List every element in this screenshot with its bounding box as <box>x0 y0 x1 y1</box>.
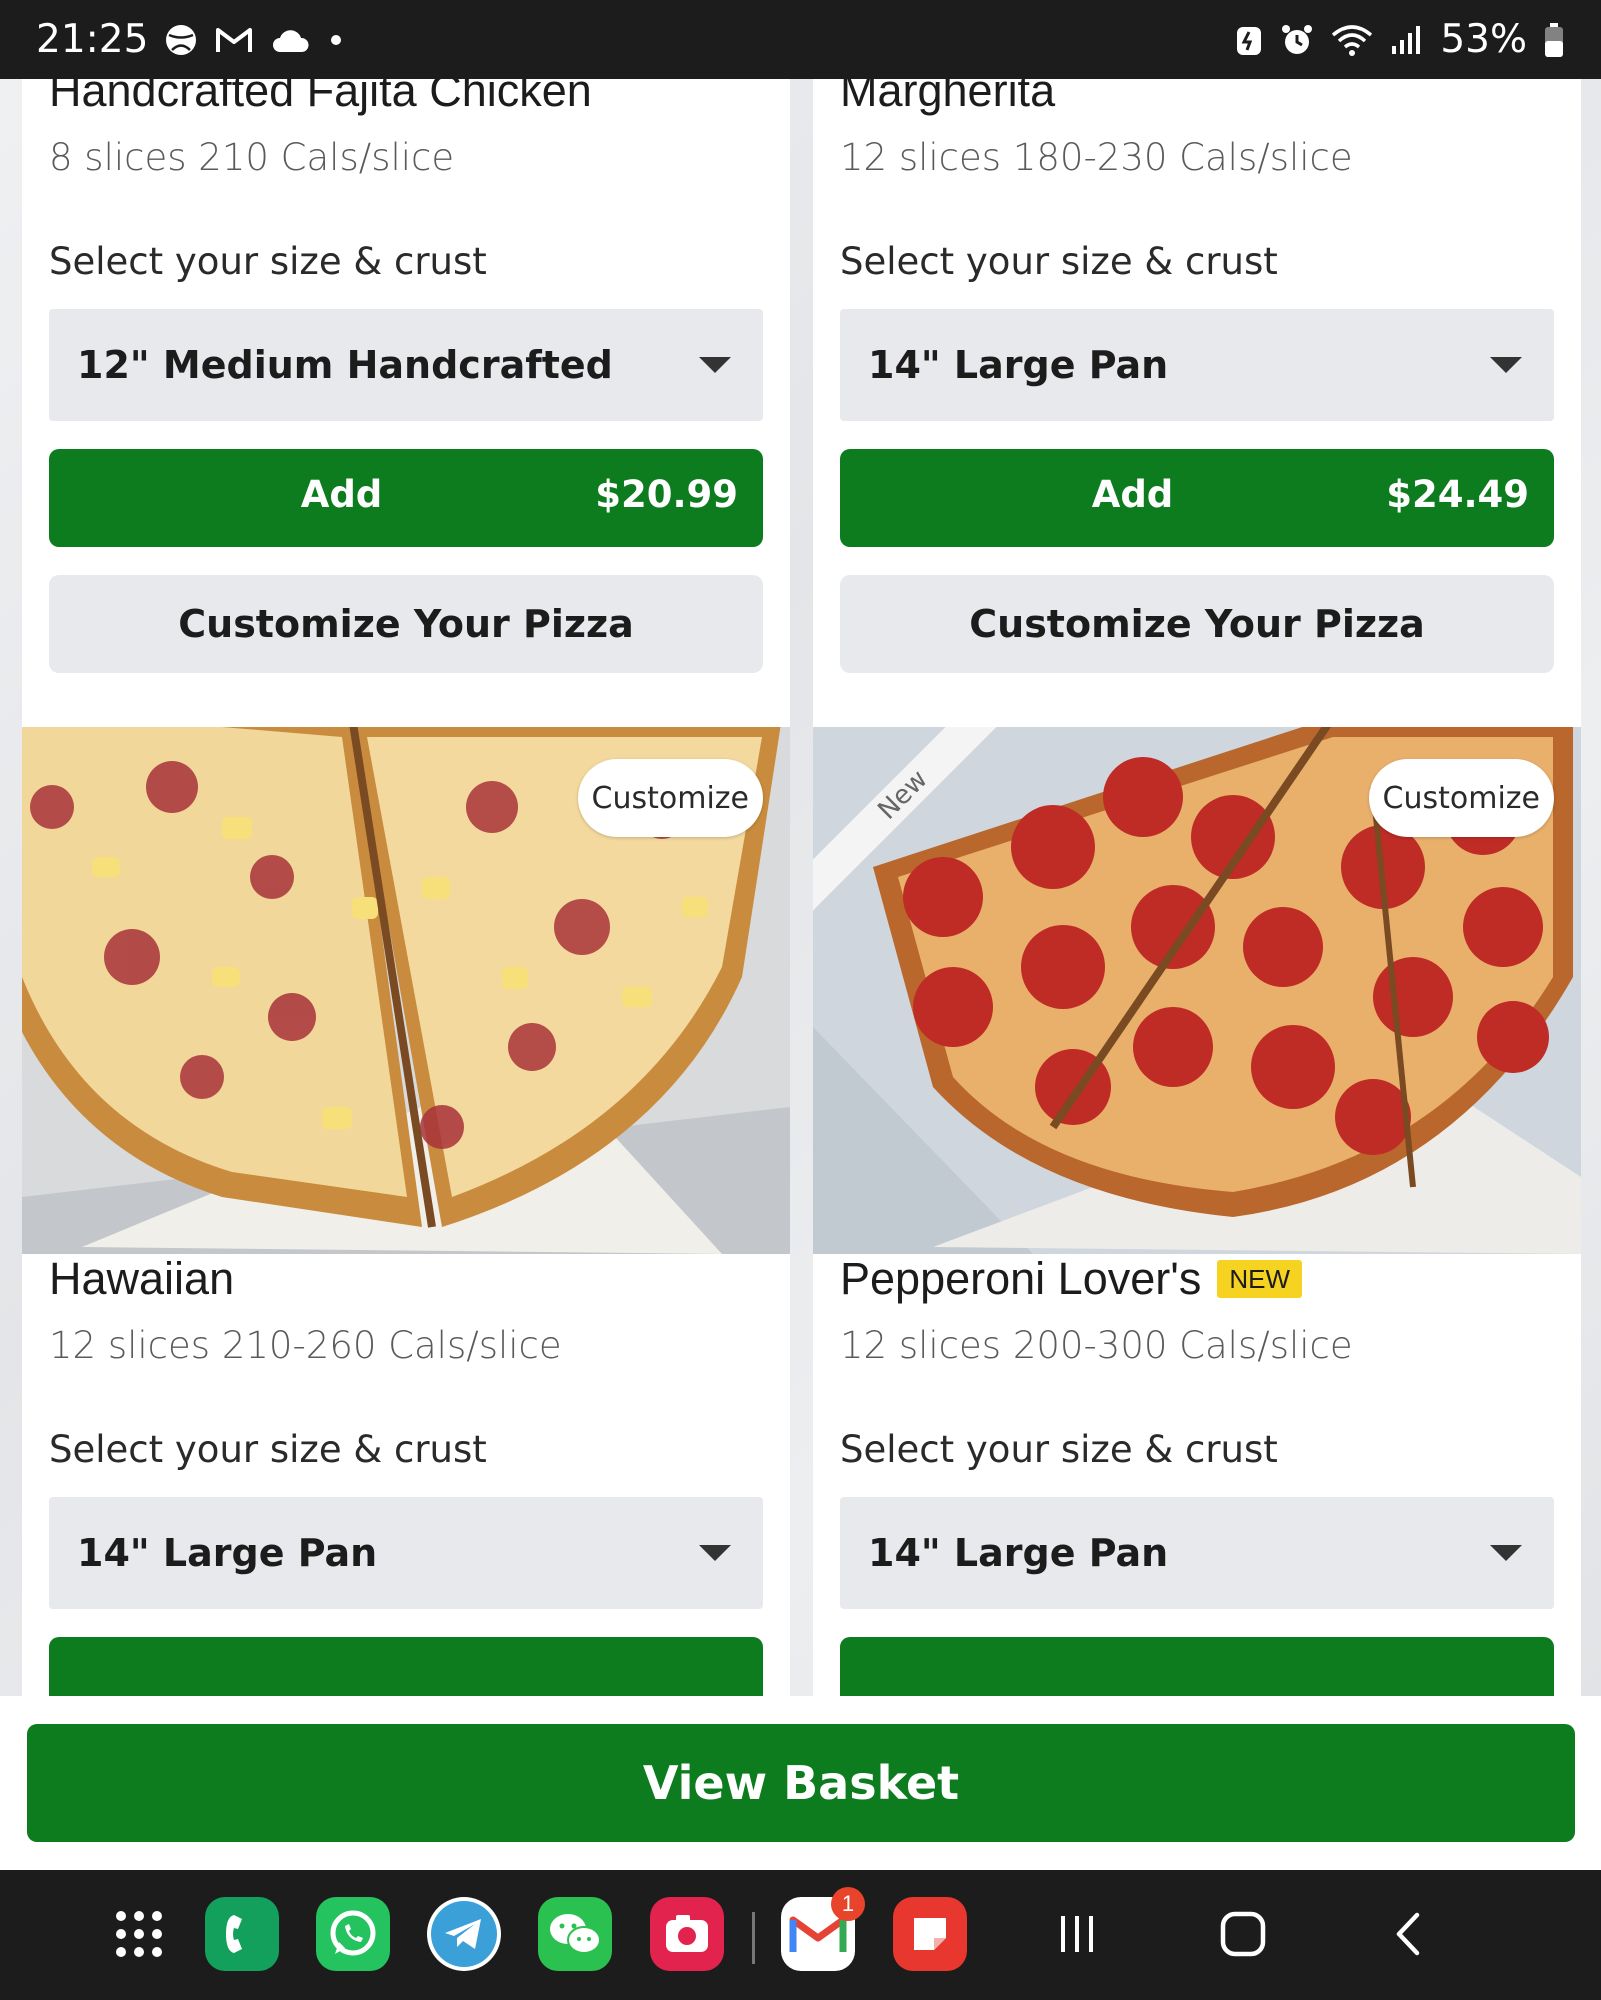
system-nav-bar: 1 <box>0 1870 1601 2000</box>
whatsapp-icon[interactable] <box>316 1897 390 1971</box>
pizza-name: Hawaiian <box>49 1253 235 1304</box>
menu-content[interactable]: Handcrafted Fajita Chicken 8 slices 210 … <box>0 79 1601 1696</box>
pizza-calories: 12 slices 200-300 Cals/slice <box>840 1324 1353 1367</box>
add-button[interactable] <box>49 1637 763 1696</box>
pizza-name-row: Pepperoni Lover's NEW <box>840 1247 1554 1311</box>
wifi-icon <box>1330 23 1374 57</box>
dock-divider <box>752 1912 755 1964</box>
size-select-label: Select your size & crust <box>840 1428 1278 1471</box>
view-basket-button[interactable]: View Basket <box>27 1724 1575 1842</box>
wechat-icon[interactable] <box>538 1897 612 1971</box>
notes-icon[interactable] <box>893 1897 967 1971</box>
pizza-card-hawaiian: Customize Hawaiian 12 slices 210-260 Cal… <box>22 727 790 1696</box>
pizza-card-pepperoni-lovers: New Customize Pepperoni Lover's NEW 12 s… <box>813 727 1581 1696</box>
pizza-calories: 12 slices 180-230 Cals/slice <box>840 136 1353 179</box>
gmail-status-icon <box>214 24 254 56</box>
status-bar: 21:25 53% <box>0 0 1601 79</box>
pizza-calories: 12 slices 210-260 Cals/slice <box>49 1324 562 1367</box>
gmail-icon[interactable]: 1 <box>781 1887 865 1971</box>
add-button[interactable]: Add $24.49 <box>840 449 1554 547</box>
size-crust-value: 12" Medium Handcrafted <box>77 343 613 387</box>
customize-image-button[interactable]: Customize <box>1368 759 1554 837</box>
phone-icon[interactable] <box>205 1897 279 1971</box>
pizza-card-margherita: Margherita 12 slices 180-230 Cals/slice … <box>813 79 1581 785</box>
chevron-down-icon <box>1490 1545 1522 1561</box>
pizza-calories: 8 slices 210 Cals/slice <box>49 136 455 179</box>
alarm-icon <box>1280 23 1314 57</box>
size-crust-value: 14" Large Pan <box>868 343 1169 387</box>
size-crust-select[interactable]: 14" Large Pan <box>840 1497 1554 1609</box>
pizza-name: Handcrafted Fajita Chicken <box>49 79 592 116</box>
pizza-image[interactable]: Customize <box>22 727 790 1254</box>
add-button[interactable] <box>840 1637 1554 1696</box>
new-badge: NEW <box>1217 1260 1302 1298</box>
back-icon[interactable] <box>1372 1897 1446 1971</box>
battery-saver-icon <box>1234 23 1264 57</box>
customize-pizza-button[interactable]: Customize Your Pizza <box>840 575 1554 673</box>
battery-icon <box>1543 22 1565 58</box>
add-label: Add <box>300 473 383 516</box>
battery-percent: 53% <box>1440 17 1527 62</box>
pizza-name: Margherita <box>840 79 1056 116</box>
size-crust-select[interactable]: 12" Medium Handcrafted <box>49 309 763 421</box>
size-select-label: Select your size & crust <box>49 240 487 283</box>
app-drawer-icon[interactable] <box>102 1897 176 1971</box>
pizza-image[interactable]: New Customize <box>813 727 1581 1254</box>
price: $24.49 <box>1386 473 1529 516</box>
size-crust-select[interactable]: 14" Large Pan <box>49 1497 763 1609</box>
customize-pizza-button[interactable]: Customize Your Pizza <box>49 575 763 673</box>
camera-icon[interactable] <box>650 1897 724 1971</box>
size-select-label: Select your size & crust <box>49 1428 487 1471</box>
dot-icon <box>326 30 346 50</box>
status-time: 21:25 <box>36 17 149 62</box>
chevron-down-icon <box>1490 357 1522 373</box>
chevron-down-icon <box>699 1545 731 1561</box>
price: $20.99 <box>595 473 738 516</box>
signal-icon <box>1390 24 1424 56</box>
basket-bar: View Basket <box>0 1696 1601 1870</box>
add-button[interactable]: Add $20.99 <box>49 449 763 547</box>
pizza-card-fajita-chicken: Handcrafted Fajita Chicken 8 slices 210 … <box>22 79 790 785</box>
telegram-icon[interactable] <box>427 1897 501 1971</box>
customize-image-button[interactable]: Customize <box>577 759 763 837</box>
size-select-label: Select your size & crust <box>840 240 1278 283</box>
add-label: Add <box>1091 473 1174 516</box>
chevron-down-icon <box>699 357 731 373</box>
size-crust-value: 14" Large Pan <box>77 1531 378 1575</box>
ball-icon <box>164 23 198 57</box>
recents-icon[interactable] <box>1040 1897 1114 1971</box>
home-icon[interactable] <box>1206 1897 1280 1971</box>
gmail-badge: 1 <box>831 1887 865 1921</box>
size-crust-value: 14" Large Pan <box>868 1531 1169 1575</box>
pizza-name: Pepperoni Lover's <box>840 1253 1202 1304</box>
size-crust-select[interactable]: 14" Large Pan <box>840 309 1554 421</box>
cloud-icon <box>270 26 310 54</box>
